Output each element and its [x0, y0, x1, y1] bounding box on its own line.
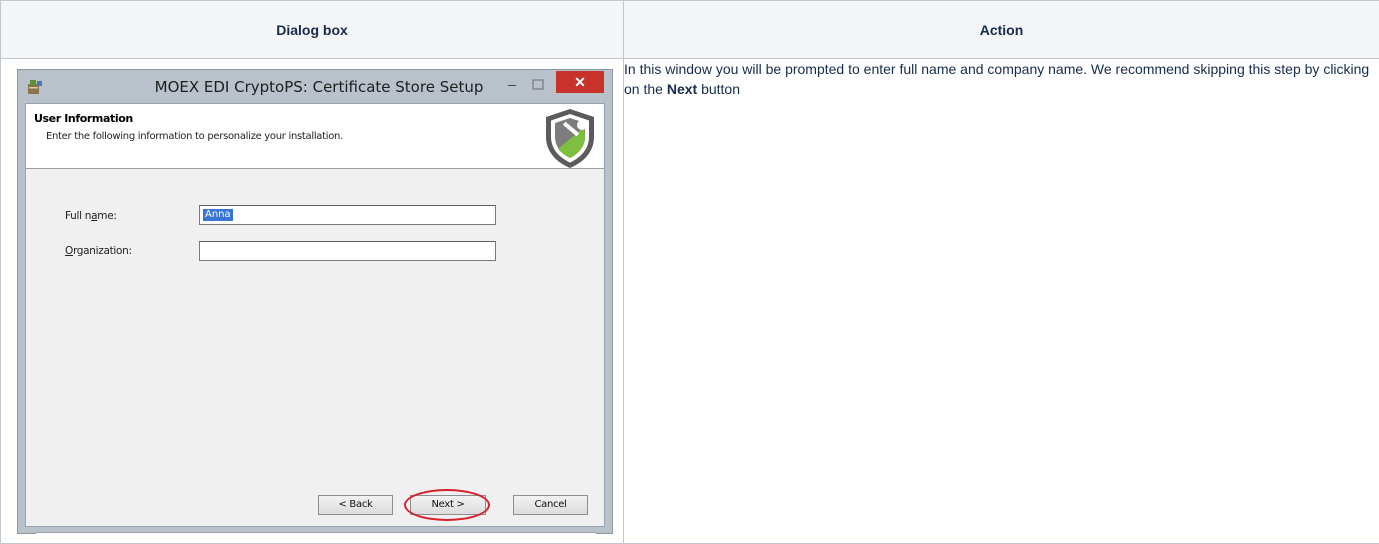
- maximize-icon: [532, 79, 544, 90]
- back-button[interactable]: < Back: [318, 495, 393, 515]
- banner-subtitle: Enter the following information to perso…: [46, 131, 343, 142]
- maximize-button[interactable]: [528, 77, 548, 95]
- close-button[interactable]: ✕: [556, 71, 604, 93]
- close-icon: ✕: [574, 74, 586, 90]
- action-text-bold: Next: [666, 81, 698, 97]
- full-name-value: Anna: [203, 209, 233, 221]
- shield-key-icon: [546, 109, 594, 168]
- window-title: MOEX EDI CryptoPS: Certificate Store Set…: [154, 78, 484, 96]
- title-bar[interactable]: MOEX EDI CryptoPS: Certificate Store Set…: [18, 70, 612, 104]
- full-name-field[interactable]: Anna: [199, 205, 496, 225]
- banner-title: User Information: [34, 112, 133, 125]
- action-text-after: button: [697, 81, 741, 97]
- full-name-label: Full name:: [65, 210, 117, 222]
- next-button-highlight-ellipse: [404, 489, 490, 521]
- cancel-button[interactable]: Cancel: [513, 495, 588, 515]
- header-action: Action: [623, 0, 1379, 59]
- header-dialog-box: Dialog box: [0, 0, 624, 59]
- action-cell: In this window you will be prompted to e…: [623, 58, 1379, 544]
- instruction-table: Dialog box Action MOEX EDI CryptoPS: Cer…: [0, 0, 1379, 544]
- minimize-icon: –: [508, 76, 516, 92]
- dialog-client-area: User Information Enter the following inf…: [25, 103, 605, 534]
- organization-field[interactable]: [199, 241, 496, 261]
- installer-window: MOEX EDI CryptoPS: Certificate Store Set…: [17, 69, 613, 534]
- dialog-cell: MOEX EDI CryptoPS: Certificate Store Set…: [0, 58, 624, 544]
- organization-label: Organization:: [65, 245, 132, 257]
- button-separator: [36, 532, 596, 534]
- dialog-banner: User Information Enter the following inf…: [26, 104, 604, 169]
- minimize-button[interactable]: –: [502, 76, 522, 94]
